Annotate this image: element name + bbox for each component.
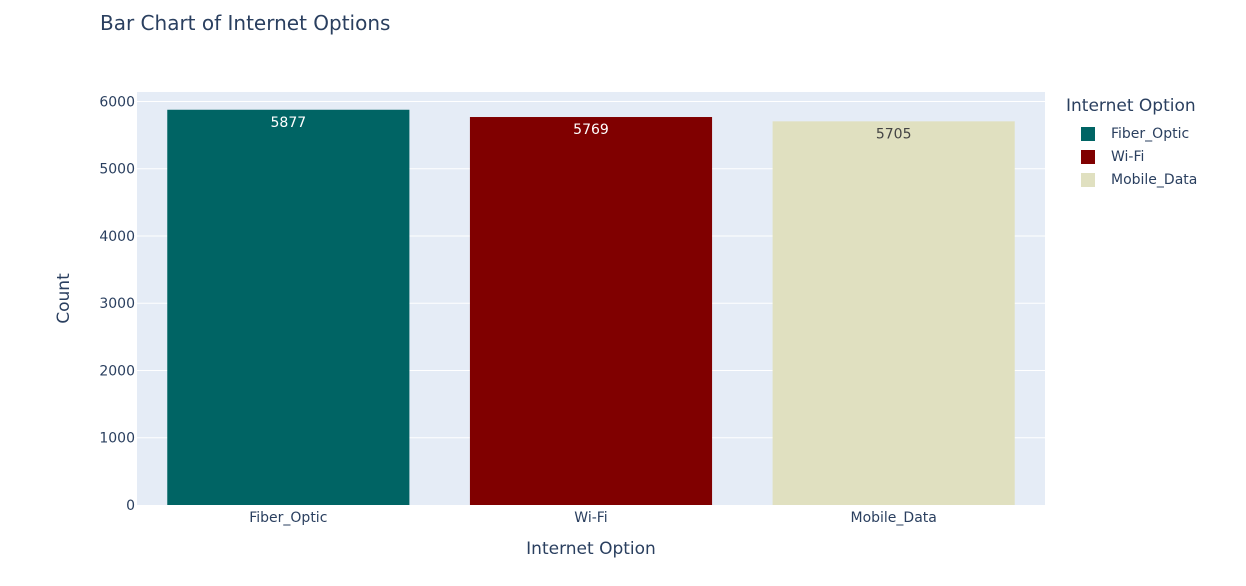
x-tick-label: Wi-Fi (574, 510, 607, 526)
bar-value-label: 5769 (573, 122, 609, 138)
legend-title: Internet Option (1066, 96, 1196, 116)
bar (772, 121, 1015, 505)
bar-chart: 5877 5769 5705 0 1000 2000 3000 4000 5000 6000 F… (54, 92, 1045, 559)
bar-value-label: 5877 (271, 115, 307, 131)
legend-swatch (1081, 149, 1095, 164)
legend-item[interactable]: Mobile_Data (1066, 168, 1197, 191)
y-tick-label: 2000 (99, 363, 135, 379)
bar (469, 117, 713, 506)
y-tick-label: 5000 (99, 162, 135, 178)
bars (167, 109, 1015, 506)
legend-swatch (1081, 126, 1095, 141)
y-tick-label: 1000 (99, 431, 135, 447)
y-tick-label: 4000 (99, 229, 135, 245)
legend: Internet Option Fiber_Optic Wi-Fi Mobile_D… (1066, 96, 1197, 191)
legend-label: Mobile_Data (1111, 171, 1198, 188)
x-tick-label: Mobile_Data (850, 510, 936, 526)
legend-label: Fiber_Optic (1111, 125, 1190, 142)
legend-item[interactable]: Fiber_Optic (1066, 122, 1197, 145)
y-axis-ticks: 0 1000 2000 3000 4000 5000 6000 (99, 94, 135, 514)
bar-value-label: 5705 (876, 126, 912, 142)
y-axis-title: Count (54, 273, 74, 324)
y-tick-label: 6000 (99, 94, 135, 110)
legend-item[interactable]: Wi-Fi (1066, 145, 1197, 168)
y-tick-label: 3000 (99, 296, 135, 312)
x-axis-ticks: Fiber_Optic Wi-Fi Mobile_Data (249, 510, 937, 526)
x-axis-title: Internet Option (526, 539, 656, 559)
x-tick-label: Fiber_Optic (249, 510, 327, 526)
legend-swatch (1081, 172, 1095, 187)
y-tick-label: 0 (126, 498, 135, 514)
bar (167, 109, 410, 505)
legend-label: Wi-Fi (1111, 148, 1145, 165)
